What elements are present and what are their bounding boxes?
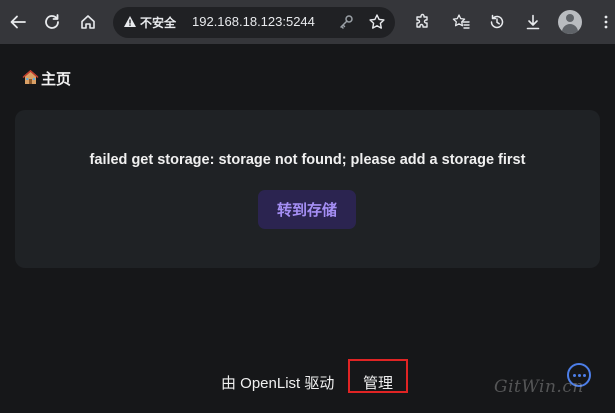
- error-message: failed get storage: storage not found; p…: [89, 152, 526, 168]
- go-to-storage-button[interactable]: 转到存储: [258, 190, 356, 229]
- favorites-icon[interactable]: [449, 10, 473, 34]
- powered-by-link[interactable]: 由 OpenList 驱动: [221, 372, 334, 393]
- profile-avatar[interactable]: [558, 10, 582, 34]
- browser-toolbar: 不安全 192.168.18.123:5244: [0, 0, 615, 44]
- manage-link[interactable]: 管理: [363, 372, 393, 393]
- avatar-head: [566, 14, 574, 22]
- avatar-body: [562, 24, 578, 34]
- extensions-icon[interactable]: [411, 10, 435, 34]
- warning-icon: [123, 15, 137, 31]
- download-icon[interactable]: [521, 10, 545, 34]
- home-icon[interactable]: [76, 10, 100, 34]
- url-text[interactable]: 192.168.18.123:5244: [192, 14, 315, 29]
- back-arrow-icon[interactable]: [6, 10, 30, 34]
- breadcrumb-home-label[interactable]: 主页: [41, 68, 71, 89]
- history-icon[interactable]: [485, 10, 509, 34]
- more-menu-icon[interactable]: [594, 10, 615, 34]
- page-content: 主页 failed get storage: storage not found…: [0, 44, 615, 413]
- error-card: failed get storage: storage not found; p…: [15, 110, 600, 268]
- security-indicator[interactable]: 不安全: [123, 14, 176, 31]
- house-icon: [22, 69, 39, 89]
- watermark: GitWin.cn: [494, 377, 584, 397]
- reload-icon[interactable]: [40, 10, 64, 34]
- key-icon[interactable]: [334, 10, 358, 34]
- breadcrumb[interactable]: 主页: [22, 68, 71, 89]
- address-bar[interactable]: 不安全 192.168.18.123:5244: [113, 7, 395, 38]
- star-icon[interactable]: [365, 10, 389, 34]
- security-label: 不安全: [140, 16, 177, 30]
